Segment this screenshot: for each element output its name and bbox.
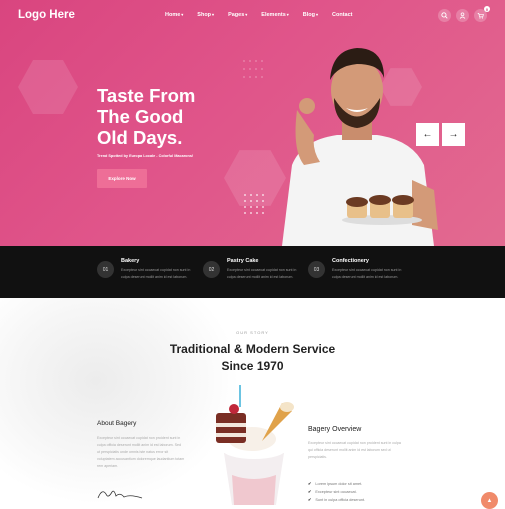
chevron-down-icon: ▾ (212, 12, 215, 17)
feature-description: Excepteur sint occaecat cupidat non sunt… (227, 268, 297, 279)
arrow-up-icon: ▲ (486, 497, 493, 504)
cart-button[interactable]: 0 (474, 6, 490, 22)
about-text: Excepteur sint occaecat cupidat non proi… (97, 436, 185, 468)
milkshake-image (216, 385, 294, 505)
list-item: ✔ Sunt in culpa officia deserunt. (308, 497, 366, 502)
site-logo[interactable]: Logo Here (18, 9, 75, 21)
nav-item-contact[interactable]: Contact (332, 12, 352, 18)
feature-title: Confectionery (332, 258, 369, 264)
arrow-right-icon: → (448, 129, 459, 140)
list-item: ✔ Lorem ipsum dolor sit amet. (308, 481, 363, 486)
arrow-left-icon: ← (422, 129, 433, 140)
check-icon: ✔ (308, 497, 312, 502)
account-button[interactable] (456, 9, 469, 22)
nav-item-pages[interactable]: Pages▾ (228, 12, 247, 18)
feature-number: 01 (97, 261, 114, 278)
feature-number: 03 (308, 261, 325, 278)
chevron-down-icon: ▾ (245, 12, 248, 17)
search-button[interactable] (438, 9, 451, 22)
feature-description: Excepteur sint occaecat cupidat non sunt… (332, 268, 402, 279)
feature-title: Pastry Cake (227, 258, 259, 264)
feature-number: 02 (203, 261, 220, 278)
hero-subtitle: Trend Spotted by Europa Locale - Colorfu… (97, 154, 194, 158)
user-icon (459, 12, 466, 19)
hexagon-decoration (18, 60, 78, 114)
cart-count-badge: 0 (484, 6, 490, 12)
main-nav: Home▾ Shop▾ Pages▾ Elements▾ Blog▾ Conta… (165, 12, 353, 18)
scroll-to-top-button[interactable]: ▲ (481, 492, 498, 509)
feature-item: 01 Bakery Excepteur sint occaecat cupida… (97, 246, 207, 298)
chevron-down-icon: ▾ (181, 12, 184, 17)
cart-icon (477, 13, 484, 19)
section-title: Traditional & Modern Service Since 1970 (169, 342, 336, 373)
search-icon (441, 12, 448, 19)
list-item: ✔ Excepteur sint occaecat. (308, 489, 357, 494)
chevron-down-icon: ▾ (316, 12, 319, 17)
about-title: About Bagery (97, 420, 137, 427)
nav-item-elements[interactable]: Elements▾ (261, 12, 288, 18)
nav-item-blog[interactable]: Blog▾ (303, 12, 318, 18)
signature-image (97, 490, 143, 499)
overview-list: ✔ Lorem ipsum dolor sit amet. ✔ Excepteur … (308, 480, 365, 504)
feature-title: Bakery (121, 258, 140, 264)
hero-title: Taste From The Good Old Days. (97, 85, 196, 148)
overview-text: Excepteur sint occaecat cupidat non proi… (308, 441, 401, 459)
features-bar: 01 Bakery Excepteur sint occaecat cupida… (0, 246, 505, 298)
overview-title: Bagery Overview (308, 426, 362, 433)
check-icon: ✔ (308, 489, 312, 494)
feature-item: 03 Confectionery Excepteur sint occaecat… (308, 246, 418, 298)
header-icons: 0 (438, 6, 490, 22)
section-eyebrow: OUR STORY (236, 330, 269, 335)
feature-item: 02 Pastry Cake Excepteur sint occaecat c… (203, 246, 313, 298)
slider-prev-button[interactable]: ← (416, 123, 439, 146)
hero-banner: Logo Here Home▾ Shop▾ Pages▾ Elements▾ B… (0, 0, 505, 246)
chevron-down-icon: ▾ (286, 12, 289, 17)
explore-now-button[interactable]: Explore Now (97, 169, 147, 188)
feature-description: Excepteur sint occaecat cupidat non sunt… (121, 268, 191, 279)
check-icon: ✔ (308, 481, 312, 486)
slider-next-button[interactable]: → (442, 123, 465, 146)
nav-item-home[interactable]: Home▾ (165, 12, 183, 18)
nav-item-shop[interactable]: Shop▾ (197, 12, 214, 18)
